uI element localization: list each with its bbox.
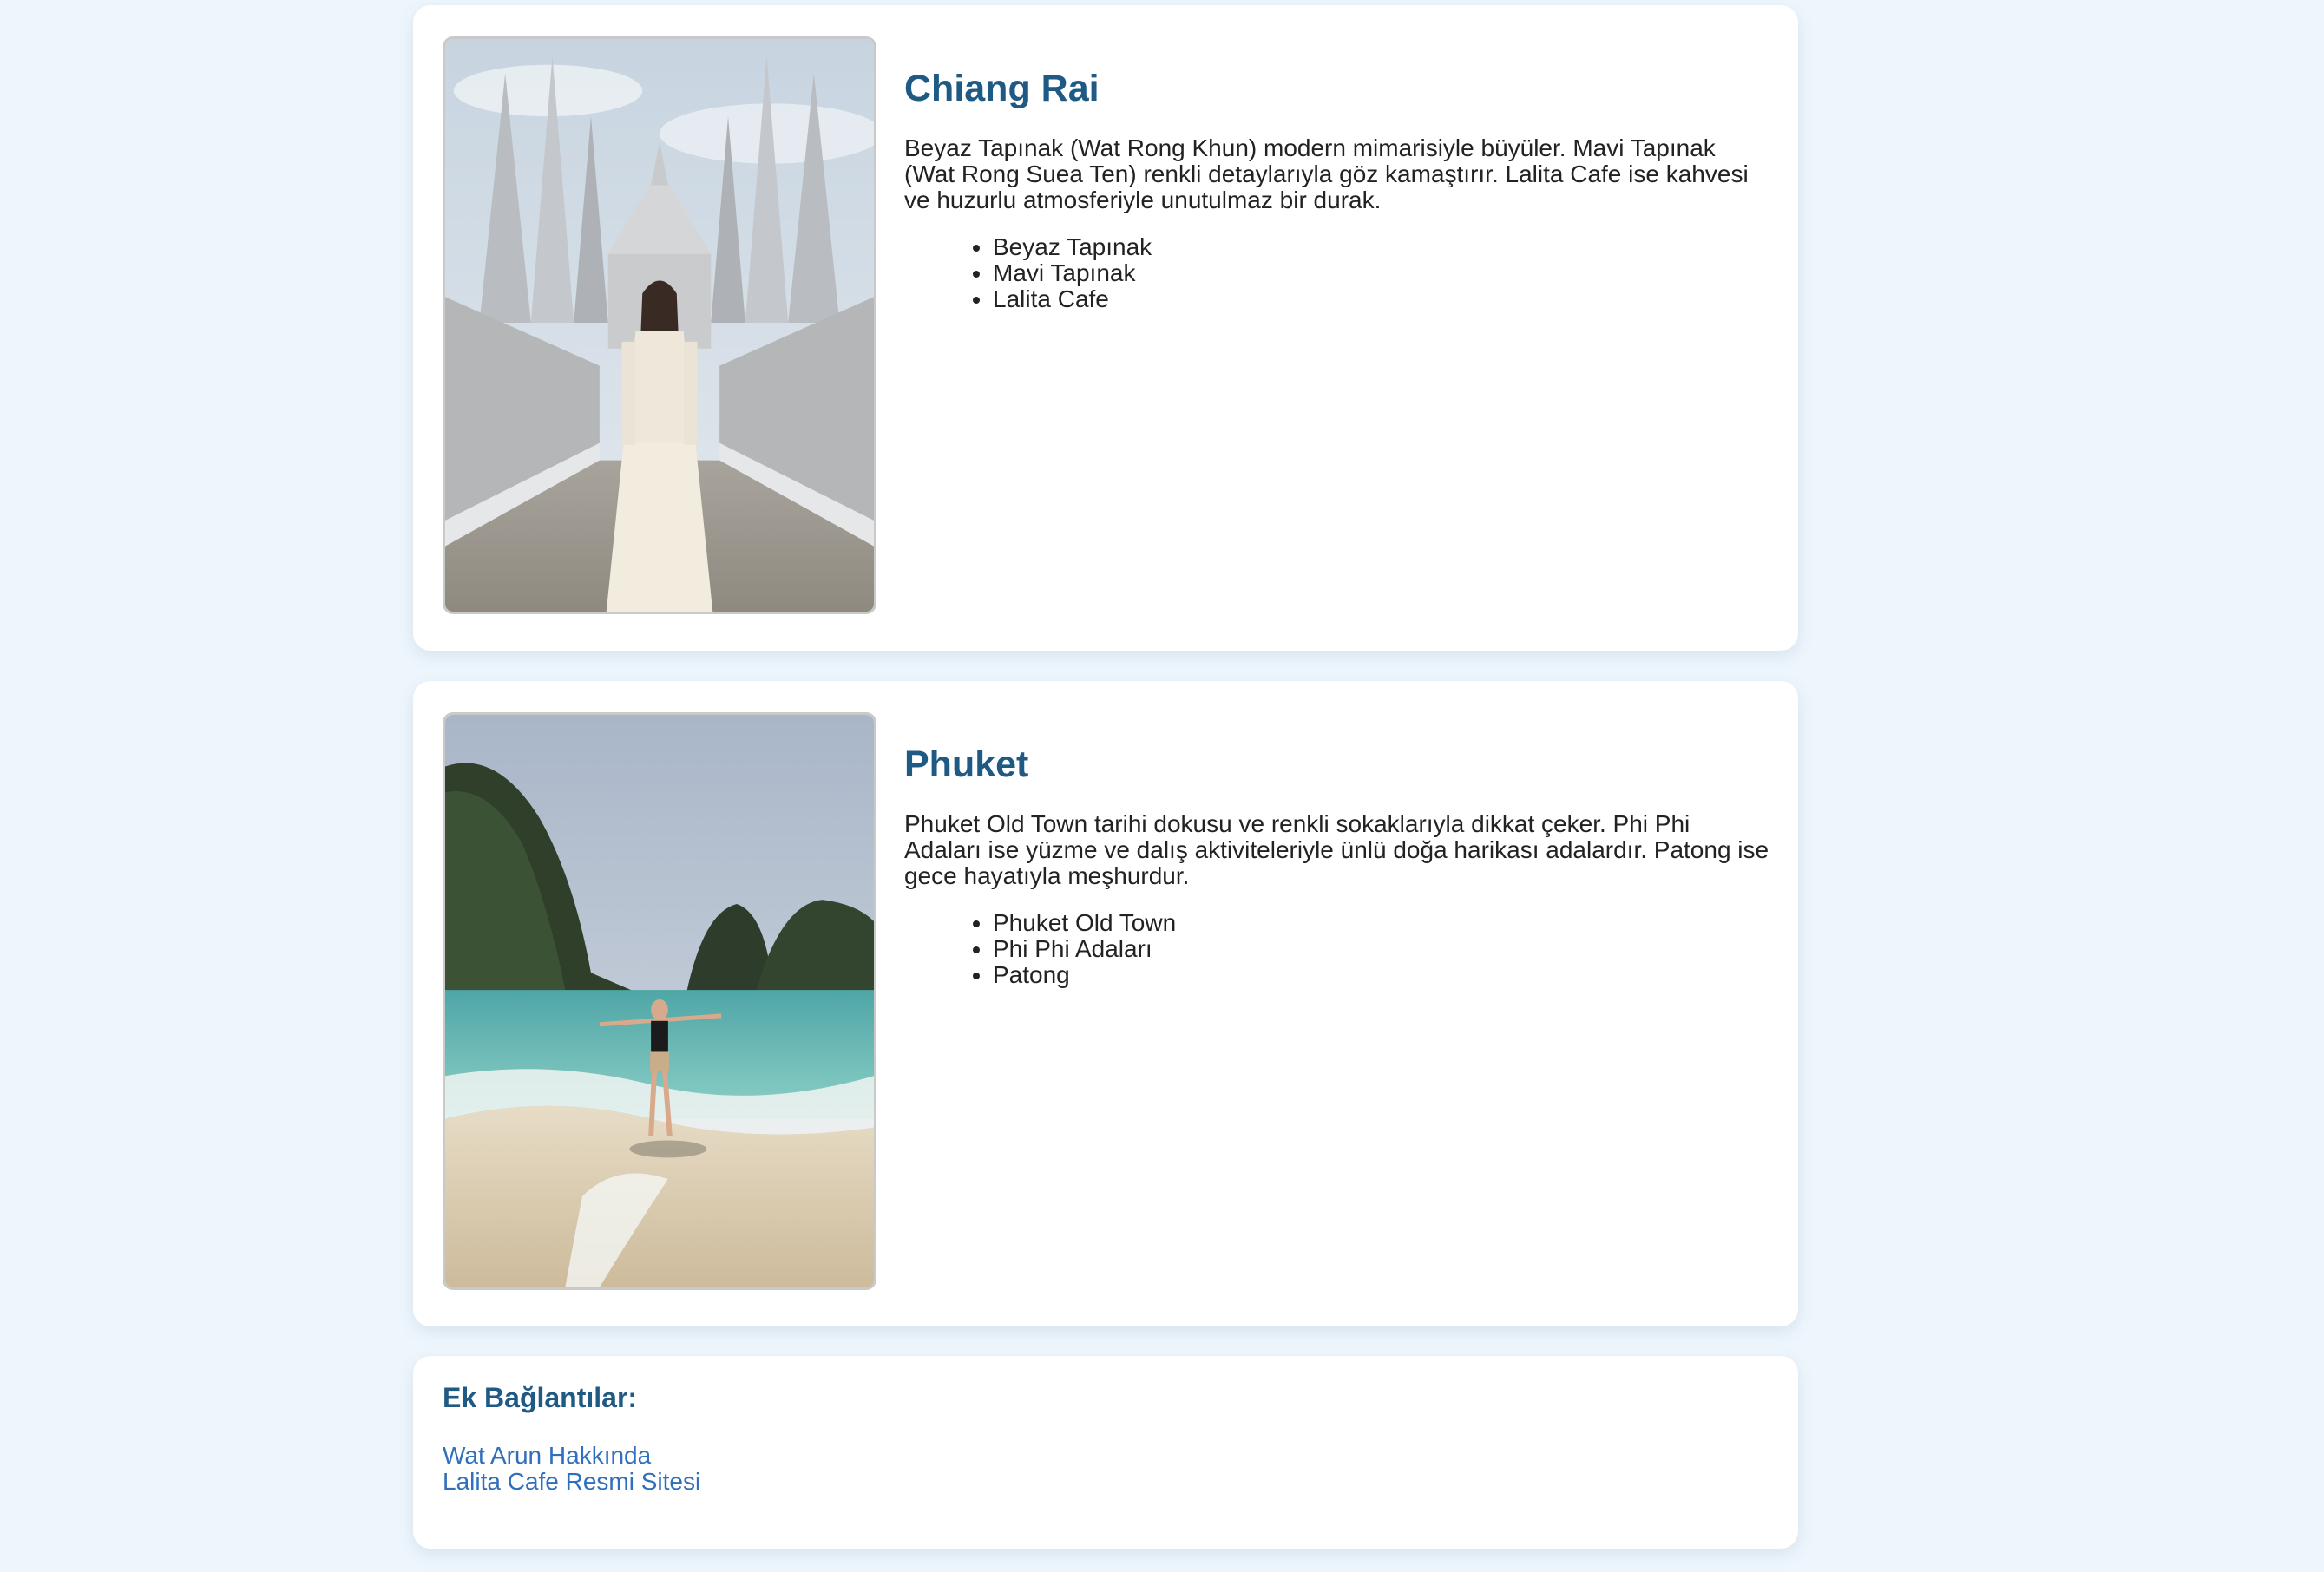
white-temple-illustration [445,39,874,612]
extra-links-title: Ek Bağlantılar: [443,1382,638,1413]
destination-card-chiang-rai: Chiang Rai Beyaz Tapınak (Wat Rong Khun)… [413,5,1798,651]
places-list: Beyaz Tapınak Mavi Tapınak Lalita Cafe [904,234,1772,312]
page: Chiang Rai Beyaz Tapınak (Wat Rong Khun)… [0,0,2324,1572]
destination-content: Chiang Rai Beyaz Tapınak (Wat Rong Khun)… [904,66,1772,312]
destination-title: Phuket [904,743,1029,785]
destination-description: Phuket Old Town tarihi dokusu ve renkli … [904,810,1769,889]
extra-links-list: Wat Arun Hakkında Lalita Cafe Resmi Site… [443,1443,700,1495]
destination-content: Phuket Phuket Old Town tarihi dokusu ve … [904,742,1772,988]
extra-links-card: Ek Bağlantılar: Wat Arun Hakkında Lalita… [413,1356,1798,1549]
beach-illustration [445,715,874,1287]
list-item: Phi Phi Adaları [993,936,1772,962]
destination-description: Beyaz Tapınak (Wat Rong Khun) modern mim… [904,134,1749,213]
list-item: Lalita Cafe [993,286,1772,312]
destination-title: Chiang Rai [904,68,1100,109]
lalita-cafe-link[interactable]: Lalita Cafe Resmi Sitesi [443,1469,700,1495]
list-item: Mavi Tapınak [993,260,1772,286]
places-list: Phuket Old Town Phi Phi Adaları Patong [904,910,1772,988]
list-item: Patong [993,962,1772,988]
wat-arun-link[interactable]: Wat Arun Hakkında [443,1443,700,1469]
white-temple-photo [443,36,876,614]
destination-card-phuket: Phuket Phuket Old Town tarihi dokusu ve … [413,681,1798,1326]
list-item: Beyaz Tapınak [993,234,1772,260]
list-item: Phuket Old Town [993,910,1772,936]
beach-photo [443,712,876,1290]
